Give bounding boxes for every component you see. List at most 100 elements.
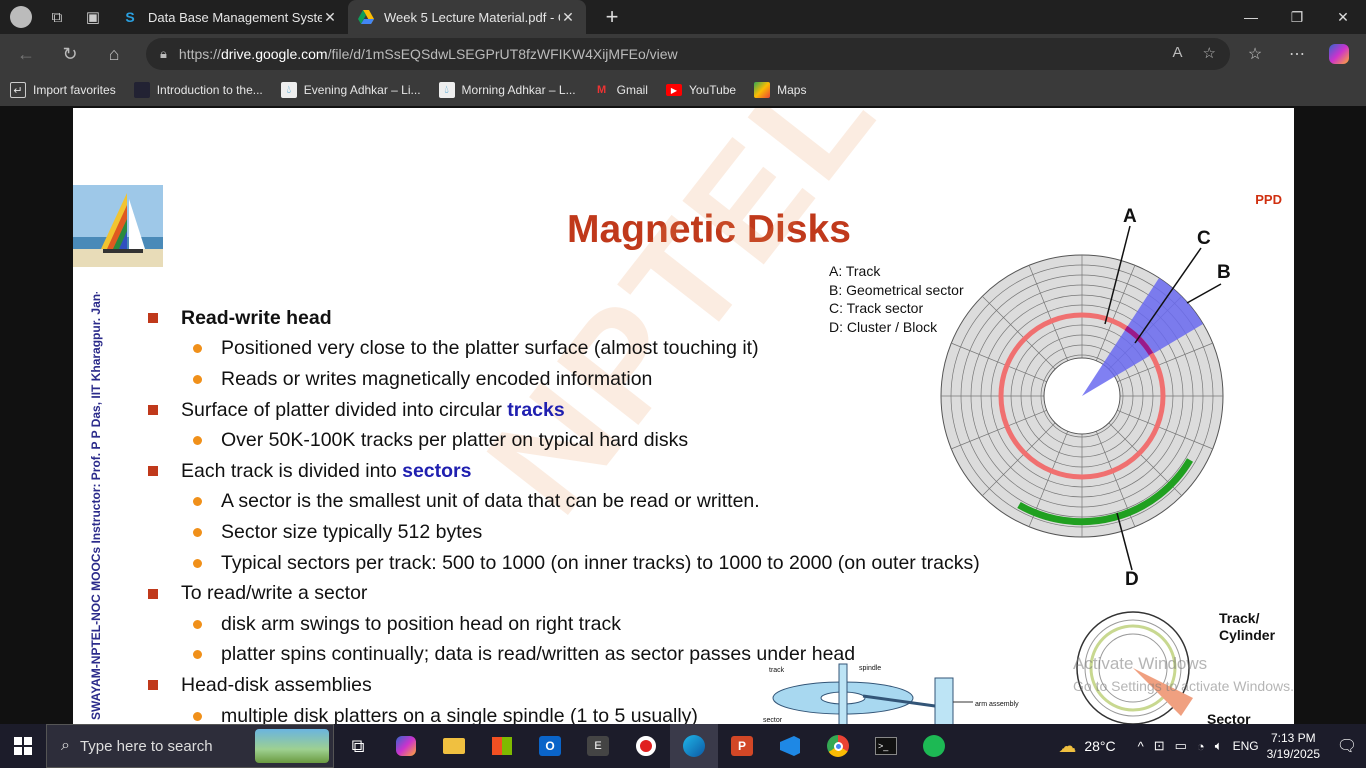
tab-lecture-pdf[interactable]: Week 5 Lecture Material.pdf - Goo ✕ (348, 0, 586, 34)
label-b: B (1217, 262, 1231, 283)
show-hidden-icons[interactable]: ^ (1138, 739, 1144, 754)
wifi-icon[interactable]: ◔ (1197, 739, 1205, 754)
page-icon (133, 82, 150, 98)
language-indicator[interactable]: ENG (1233, 739, 1259, 753)
more-menu-icon[interactable]: ⋯ (1280, 38, 1314, 70)
new-tab-button[interactable]: + (600, 4, 624, 30)
lock-icon[interactable]: 🔒︎ (160, 46, 167, 62)
search-placeholder: Type here to search (79, 737, 213, 755)
bullet-item: To read/write a sector (148, 578, 980, 609)
microsoft-store-icon[interactable] (478, 724, 526, 768)
url-bar[interactable]: 🔒︎ https://drive.google.com/file/d/1mSsE… (146, 38, 1230, 70)
profile-avatar[interactable] (6, 2, 36, 32)
pointer-b (1186, 283, 1222, 304)
weather-temp[interactable]: 28°C (1084, 738, 1115, 754)
close-window-button[interactable]: ✕ (1320, 0, 1366, 34)
clock-date: 3/19/2025 (1266, 747, 1320, 761)
bullet-text: Over 50K-100K tracks per platter on typi… (221, 429, 689, 452)
sailboat-image (73, 185, 163, 267)
windows-logo-icon (14, 737, 32, 755)
media-app-icon[interactable] (622, 724, 670, 768)
copilot-app-icon[interactable] (382, 724, 430, 768)
minimize-button[interactable]: — (1228, 0, 1274, 34)
head-assembly-diagram: track spindle arm assembly sector (763, 663, 1019, 724)
bullet-text: Sector size typically 512 bytes (221, 520, 483, 543)
weather-icon[interactable]: ☁︎ (1058, 736, 1076, 757)
edge-browser-icon[interactable] (670, 724, 718, 768)
label-sector-small: sector (763, 717, 783, 724)
bookmark-label: Introduction to the... (156, 83, 263, 97)
favorite-star-icon[interactable]: ☆ (1203, 44, 1216, 62)
search-highlight-image (255, 729, 329, 763)
sub-bullet-item: Typical sectors per track: 500 to 1000 (… (148, 548, 980, 579)
bookmark-label: Morning Adhkar – L... (461, 83, 576, 97)
favorites-bar: ↵ Import favorites Introduction to the...… (0, 74, 1366, 106)
pdf-page: PPD Magnetic Disks SWAYAM-NPTEL-NOC MOOC… (73, 108, 1294, 724)
google-drive-icon (358, 9, 374, 25)
meet-now-icon[interactable]: ⊡ (1154, 738, 1165, 754)
label-arm-assembly: arm assembly (975, 701, 1019, 708)
powerpoint-icon[interactable]: P (718, 724, 766, 768)
copilot-icon[interactable] (1322, 38, 1356, 70)
close-tab-icon[interactable]: ✕ (322, 9, 338, 26)
maximize-button[interactable]: ❐ (1274, 0, 1320, 34)
address-toolbar: ← ↻ ⌂ 🔒︎ https://drive.google.com/file/d… (0, 34, 1366, 74)
spotify-icon[interactable] (910, 724, 958, 768)
taskbar-search[interactable]: ⌕ Type here to search (46, 724, 334, 768)
page-icon: 💧︎ (438, 82, 455, 98)
bookmark-gmail[interactable]: M Gmail (594, 82, 648, 98)
bullet-text: Typical sectors per track: 500 to 1000 (… (221, 551, 980, 574)
bullet-text: disk arm swings to position head on righ… (221, 612, 621, 635)
battery-icon[interactable]: ▭ (1175, 738, 1187, 754)
bookmark-youtube[interactable]: ▶ YouTube (665, 83, 737, 97)
volume-icon[interactable]: 🔈︎ (1215, 738, 1223, 754)
home-button[interactable]: ⌂ (96, 38, 132, 70)
notifications-icon[interactable]: 🗨︎ (1328, 736, 1366, 756)
workspaces-icon[interactable]: ⧉ (42, 2, 72, 32)
chrome-icon[interactable] (814, 724, 862, 768)
sub-bullet-item: Positioned very close to the platter sur… (148, 334, 980, 365)
clock[interactable]: 7:13 PM 3/19/2025 (1267, 730, 1320, 762)
outlook-icon[interactable]: O (526, 724, 574, 768)
vscode-icon[interactable] (766, 724, 814, 768)
tab-title: Data Base Management System - (148, 9, 322, 25)
file-explorer-icon[interactable] (430, 724, 478, 768)
bookmark-label: YouTube (688, 83, 737, 97)
back-button[interactable]: ← (8, 38, 44, 70)
bookmark-maps[interactable]: Maps (754, 82, 806, 98)
sub-bullet-item: disk arm swings to position head on righ… (148, 609, 980, 640)
activate-windows-subtitle: Go to Settings to activate Windows. (1073, 678, 1294, 694)
task-view-icon[interactable]: ⧉ (334, 724, 382, 768)
bullet-text: Head-disk assemblies (181, 673, 372, 696)
close-tab-icon[interactable]: ✕ (560, 9, 576, 26)
sub-bullet-item: A sector is the smallest unit of data th… (148, 487, 980, 518)
bullet-text: Positioned very close to the platter sur… (221, 337, 759, 360)
bookmark-morning-adhkar[interactable]: 💧︎ Morning Adhkar – L... (438, 82, 576, 98)
favorites-icon[interactable]: ☆ (1238, 38, 1272, 70)
sub-bullet-item: Reads or writes magnetically encoded inf… (148, 364, 980, 395)
bullet-text: multiple disk platters on a single spind… (221, 704, 698, 724)
bullet-text: Read-write head (181, 306, 332, 329)
label-a: A (1123, 208, 1137, 227)
bullet-item: Surface of platter divided into circular… (148, 395, 980, 426)
bookmark-evening-adhkar[interactable]: 💧︎ Evening Adhkar – Li... (280, 82, 421, 98)
bookmark-import-favorites[interactable]: ↵ Import favorites (10, 82, 116, 98)
sway-icon: S (125, 9, 135, 25)
bookmark-label: Evening Adhkar – Li... (303, 83, 421, 97)
label-track-cylinder-2: Cylinder (1219, 627, 1276, 643)
read-aloud-icon[interactable]: A (1173, 44, 1183, 62)
bookmark-label: Maps (777, 83, 807, 97)
start-button[interactable] (0, 724, 46, 768)
bookmark-introduction[interactable]: Introduction to the... (133, 82, 263, 98)
system-tray: ☁︎ 28°C ^ ⊡ ▭ ◔ 🔈︎ ENG 7:13 PM 3/19/2025… (1058, 724, 1366, 768)
bullet-item: Each track is divided into sectors (148, 456, 980, 487)
terminal-app-icon[interactable]: E (574, 724, 622, 768)
command-prompt-icon[interactable]: >_ (862, 724, 910, 768)
bookmark-label: Gmail (616, 83, 648, 97)
url-path: /file/d/1mSsEQSdwLSEGPrUT8fzWFIKW4XijMFE… (327, 46, 678, 62)
sub-bullet-item: Sector size typically 512 bytes (148, 517, 980, 548)
refresh-button[interactable]: ↻ (52, 38, 88, 70)
highlight-term: tracks (507, 398, 565, 421)
tab-dbms[interactable]: S Data Base Management System - ✕ (112, 0, 348, 34)
tab-actions-icon[interactable]: ▣ (78, 2, 108, 32)
